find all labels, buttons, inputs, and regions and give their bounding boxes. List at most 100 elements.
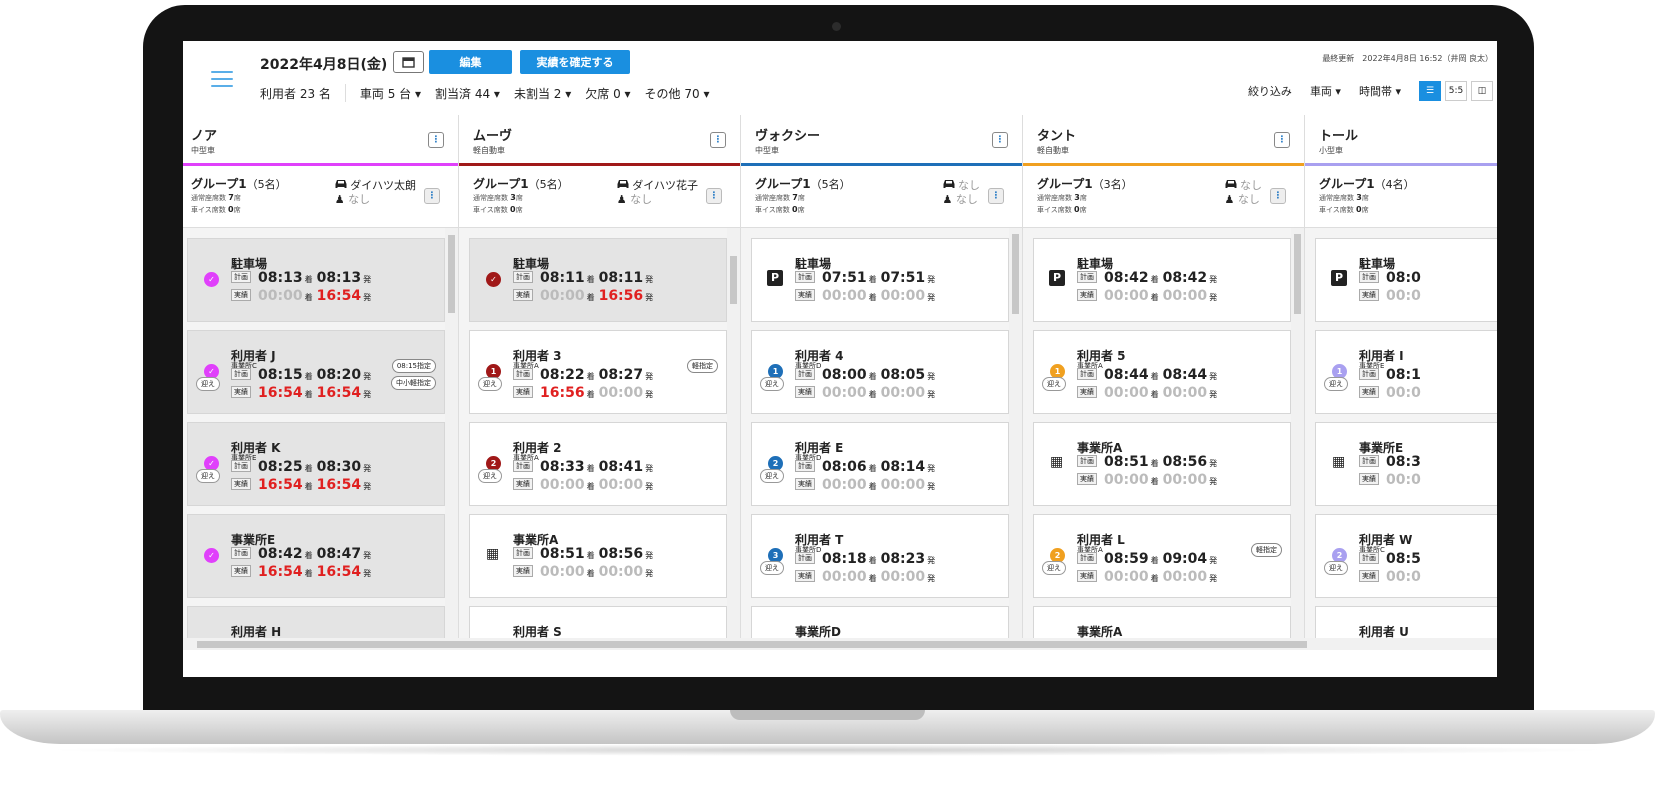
constraint-tag: 中小軽指定 xyxy=(391,376,436,390)
plan-arrive: 08:5 xyxy=(1386,551,1421,567)
plan-arrive: 08:11 xyxy=(540,270,585,286)
stop-card[interactable]: ▦ 事業所A 計画 08:51 着 08:56 発実績 00:00 着 00:00 発 xyxy=(1033,422,1291,506)
group-header: グループ1（5名） 通常座席数 3席 車イス席数 0席 ダイハツ花子 ♟ なし ⋮ xyxy=(459,166,740,228)
arrive-unit: 着 xyxy=(1150,372,1159,381)
stop-card[interactable]: ✓利用者 H xyxy=(187,606,445,641)
absent-dropdown[interactable]: 欠席 0 ▾ xyxy=(585,85,630,102)
depart-unit: 発 xyxy=(1209,372,1218,381)
horizontal-scrollbar[interactable] xyxy=(183,638,1497,650)
scroll-thumb[interactable] xyxy=(448,235,455,313)
book-view-button[interactable]: ◫ xyxy=(1471,81,1493,101)
depart-unit: 発 xyxy=(927,556,936,565)
actual-arrive: 00:0 xyxy=(1386,472,1421,488)
scroll-thumb[interactable] xyxy=(1294,234,1301,314)
stop-card[interactable]: ▦ 事業所A 計画 08:51 着 08:56 発実績 00:00 着 00:00 発 xyxy=(469,514,727,598)
stop-card[interactable]: 1 迎え 利用者 3 事業所A 計画 08:22 着 08:27 発実績 16:56 着 00:00 発… xyxy=(469,330,727,414)
stop-card[interactable]: 2 迎え 利用者 2 事業所A 計画 08:33 着 08:41 発実績 00:00 着 00:00 発 xyxy=(469,422,727,506)
stop-list: ✓ 駐車場 計画 08:11 着 08:11 発実績 00:00 着 16:56 発 1 迎え 利用者 3… xyxy=(459,228,727,641)
plan-label: 計画 xyxy=(1359,552,1379,564)
narrow-filter[interactable]: 絞り込み xyxy=(1248,83,1292,99)
plan-arrive: 08:3 xyxy=(1386,454,1421,470)
vertical-scrollbar[interactable] xyxy=(727,228,740,641)
stop-card[interactable]: 2 迎え 利用者 E 事業所D 計画 08:06 着 08:14 発実績 00:00 着 00:00 発 xyxy=(751,422,1009,506)
stop-card[interactable]: ▦事業所A xyxy=(1033,606,1291,641)
vehicle-menu-button[interactable]: ⋮ xyxy=(992,132,1008,148)
pickup-badge: 迎え xyxy=(1042,377,1066,391)
plan-times: 計画 08:25 着 08:30 発 xyxy=(231,459,375,475)
calendar-button[interactable] xyxy=(393,51,424,73)
plan-arrive: 08:51 xyxy=(540,546,585,562)
plan-depart: 08:30 xyxy=(316,459,362,475)
arrive-unit: 着 xyxy=(586,569,595,578)
wheelchair-seats-value: 0 xyxy=(228,205,234,214)
stop-list: P 駐車場 計画 07:51 着 07:51 発実績 00:00 着 00:00 発 1 迎え 利用者 4… xyxy=(741,228,1009,641)
actual-label: 実績 xyxy=(1077,386,1097,398)
normal-seats-value: 7 xyxy=(228,193,234,202)
stop-card[interactable]: 2 迎え 利用者 W 事業所C 計画 08:5 実績 00:0 xyxy=(1315,514,1497,598)
stop-card[interactable]: ✓ 迎え 利用者 K 事業所E 計画 08:25 着 08:30 発実績 16:54 着 16:54 発 xyxy=(187,422,445,506)
unassigned-dropdown[interactable]: 未割当 2 ▾ xyxy=(514,85,571,102)
stop-card[interactable]: 2 迎え 利用者 L 事業所A 計画 08:59 着 09:04 発実績 00:00 着 00:00 発… xyxy=(1033,514,1291,598)
plan-label: 計画 xyxy=(1359,455,1379,467)
stop-card[interactable]: P 駐車場 計画 08:0 実績 00:0 xyxy=(1315,238,1497,322)
group-name: グループ1（4名） xyxy=(1319,177,1415,191)
assigned-dropdown[interactable]: 割当済 44 ▾ xyxy=(435,85,500,102)
group-menu-button[interactable]: ⋮ xyxy=(1270,188,1286,204)
arrive-unit: 着 xyxy=(1150,556,1159,565)
vehicle-menu-button[interactable]: ⋮ xyxy=(428,132,444,148)
plan-times: 計画 08:3 xyxy=(1359,454,1421,470)
plan-depart: 07:51 xyxy=(880,270,926,286)
stop-card[interactable]: P 駐車場 計画 08:42 着 08:42 発実績 00:00 着 00:00 発 xyxy=(1033,238,1291,322)
stop-card[interactable]: 1 迎え 利用者 I 事業所E 計画 08:1 実績 00:0 xyxy=(1315,330,1497,414)
edit-button[interactable]: 編集 xyxy=(429,50,512,74)
scroll-thumb[interactable] xyxy=(1012,234,1019,314)
other-dropdown[interactable]: その他 70 ▾ xyxy=(645,85,710,102)
vertical-scrollbar[interactable] xyxy=(445,228,458,641)
helper-icon: ♟ xyxy=(942,193,956,206)
vehicle-filter-dropdown[interactable]: 車両 ▾ xyxy=(1310,83,1341,99)
list-view-button[interactable]: ☰ xyxy=(1419,81,1441,101)
stop-card[interactable]: ✓ 駐車場 計画 08:11 着 08:11 発実績 00:00 着 16:56 発 xyxy=(469,238,727,322)
stop-card[interactable]: ▦事業所D xyxy=(751,606,1009,641)
split-view-button[interactable]: 5:5 xyxy=(1445,81,1467,101)
actual-label: 実績 xyxy=(231,565,251,577)
stop-card[interactable]: 3 迎え 利用者 T 事業所D 計画 08:18 着 08:23 発実績 00:00 着 00:00 発 xyxy=(751,514,1009,598)
helper-row: ♟ なし xyxy=(943,193,981,207)
vertical-scrollbar[interactable] xyxy=(1291,228,1304,641)
timeslot-filter-dropdown[interactable]: 時間帯 ▾ xyxy=(1359,83,1401,99)
stop-card[interactable]: ✓ 駐車場 計画 08:13 着 08:13 発実績 00:00 着 16:54 発 xyxy=(187,238,445,322)
actual-depart: 16:54 xyxy=(316,385,362,401)
helper-icon: ♟ xyxy=(1224,193,1238,206)
stop-card[interactable]: ✓ 迎え 利用者 J 事業所C 計画 08:15 着 08:20 発実績 16:54 着 16:54 発… xyxy=(187,330,445,414)
confirm-results-button[interactable]: 実績を確定する xyxy=(520,50,630,74)
constraint-tag: 08:15指定 xyxy=(391,359,436,373)
group-header: グループ1（5名） 通常座席数 7席 車イス席数 0席 ダイハツ太朗 ♟ なし ⋮ xyxy=(183,166,458,228)
scroll-thumb[interactable] xyxy=(730,256,737,304)
vehicles-dropdown[interactable]: 車両 5 台 ▾ xyxy=(360,85,421,102)
vehicle-menu-button[interactable]: ⋮ xyxy=(1274,132,1290,148)
stop-card[interactable]: ✓ 事業所E 計画 08:42 着 08:47 発実績 16:54 着 16:54 発 xyxy=(187,514,445,598)
group-header: グループ1（3名） 通常座席数 3席 車イス席数 0席 なし ♟ なし ⋮ xyxy=(1023,166,1304,228)
stop-card[interactable]: 1 迎え 利用者 5 事業所A 計画 08:44 着 08:44 発実績 00:00 着 00:00 発 xyxy=(1033,330,1291,414)
plan-label: 計画 xyxy=(795,552,815,564)
depart-unit: 発 xyxy=(927,372,936,381)
stop-card[interactable]: ▦ 事業所E 計画 08:3 実績 00:0 xyxy=(1315,422,1497,506)
parking-icon: P xyxy=(767,270,783,286)
group-menu-button[interactable]: ⋮ xyxy=(706,188,722,204)
group-menu-button[interactable]: ⋮ xyxy=(988,188,1004,204)
vertical-scrollbar[interactable] xyxy=(1009,228,1022,641)
plan-label: 計画 xyxy=(231,547,251,559)
building-icon: ▦ xyxy=(1332,454,1346,470)
vehicle-menu-button[interactable]: ⋮ xyxy=(710,132,726,148)
depart-unit: 発 xyxy=(645,372,654,381)
actual-arrive: 16:54 xyxy=(258,477,303,493)
stop-card[interactable]: P 駐車場 計画 07:51 着 07:51 発実績 00:00 着 00:00 発 xyxy=(751,238,1009,322)
actual-arrive: 00:00 xyxy=(1104,288,1149,304)
stop-card[interactable]: 1 迎え 利用者 4 事業所D 計画 08:00 着 08:05 発実績 00:00 着 00:00 発 xyxy=(751,330,1009,414)
group-menu-button[interactable]: ⋮ xyxy=(424,188,440,204)
menu-icon[interactable] xyxy=(211,71,233,87)
plan-depart: 08:44 xyxy=(1162,367,1208,383)
stop-card[interactable]: 3利用者 U xyxy=(1315,606,1497,641)
actual-arrive: 00:00 xyxy=(540,477,585,493)
stop-card[interactable]: 3利用者 S xyxy=(469,606,727,641)
